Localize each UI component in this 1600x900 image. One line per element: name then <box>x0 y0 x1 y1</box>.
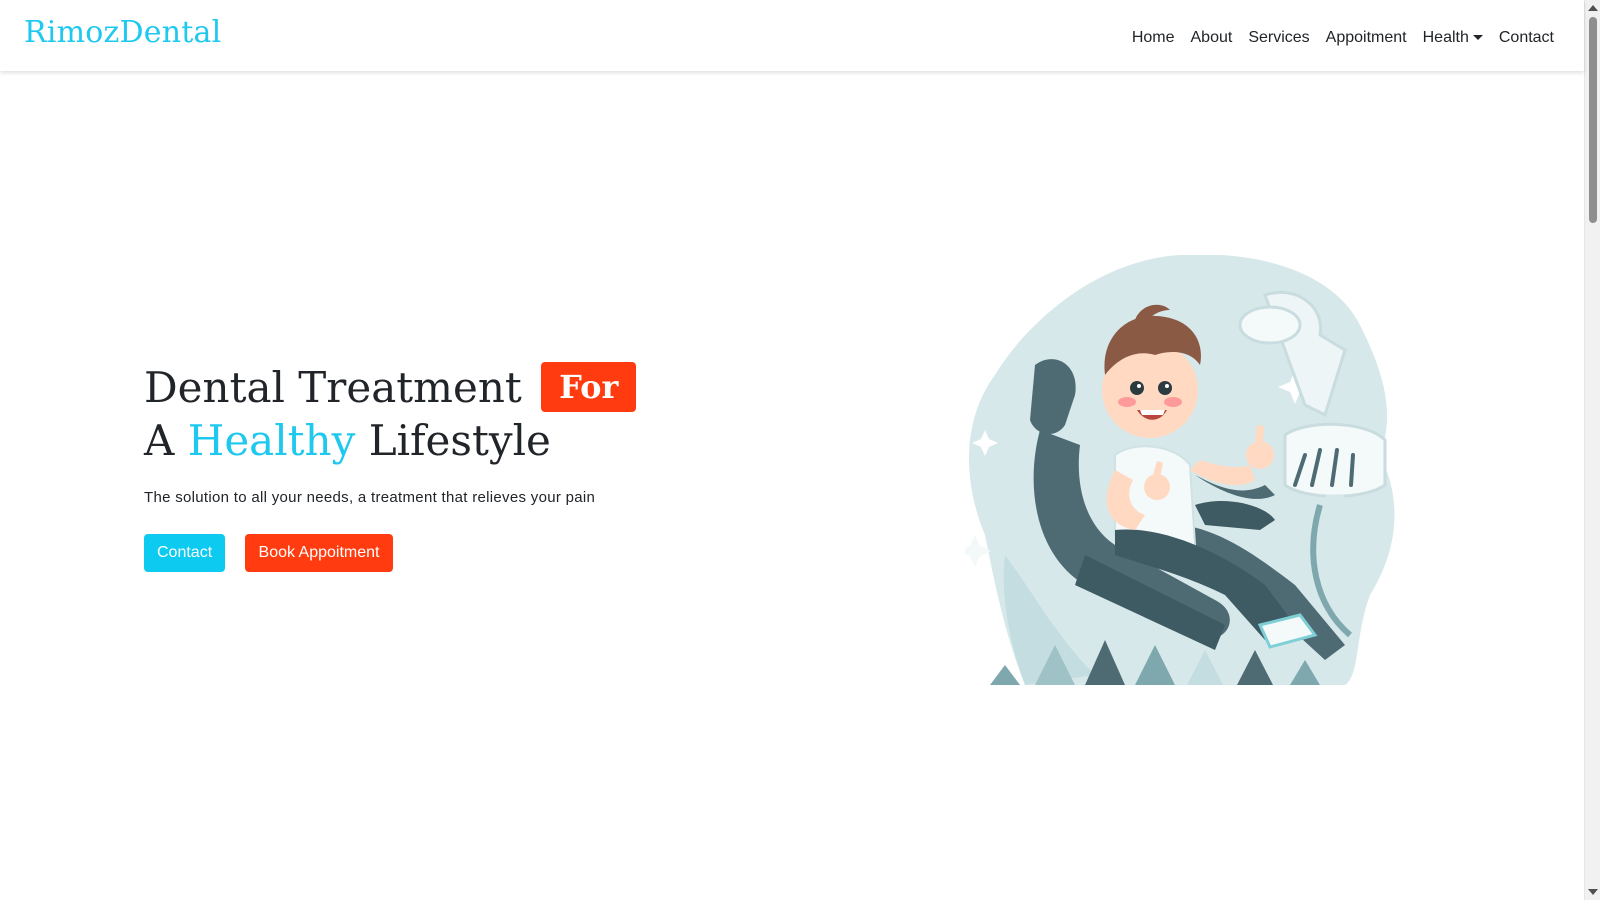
nav-health-dropdown[interactable]: Health <box>1423 29 1483 47</box>
page-scrollbar[interactable] <box>1584 0 1600 900</box>
hero-section: Dental Treatment For A Healthy Lifestyle… <box>0 71 1584 900</box>
headline-text-1: Dental Treatment <box>144 363 522 412</box>
caret-down-icon <box>1472 35 1483 40</box>
brand-logo-link[interactable]: RimozDental <box>24 15 221 50</box>
nav-menu: Home About Services Appoitment Health Co… <box>1132 29 1554 47</box>
nav-health-label: Health <box>1422 28 1469 46</box>
headline-accent: Healthy <box>187 416 356 465</box>
nav-services-link[interactable]: Services <box>1248 29 1309 47</box>
scrollbar-thumb[interactable] <box>1589 17 1597 223</box>
nav-contact-link[interactable]: Contact <box>1499 29 1554 47</box>
nav-about-link[interactable]: About <box>1191 29 1233 47</box>
top-navbar: RimozDental Home About Services Appoitme… <box>0 0 1584 71</box>
headline-text-2: A <box>144 416 175 465</box>
headline-text-3: Lifestyle <box>368 416 551 465</box>
hero-subtitle: The solution to all your needs, a treatm… <box>144 489 596 506</box>
headline-badge: For <box>541 362 637 412</box>
scroll-up-arrow-icon[interactable] <box>1588 5 1598 11</box>
child-dental-chair-illustration <box>965 255 1395 685</box>
nav-home-link[interactable]: Home <box>1132 29 1175 47</box>
scroll-down-arrow-icon[interactable] <box>1588 889 1598 895</box>
contact-button[interactable]: Contact <box>144 534 225 572</box>
hero-headline: Dental Treatment For A Healthy Lifestyle <box>144 361 637 467</box>
book-appointment-button[interactable]: Book Appoitment <box>245 534 393 572</box>
nav-appointment-link[interactable]: Appoitment <box>1326 29 1407 47</box>
